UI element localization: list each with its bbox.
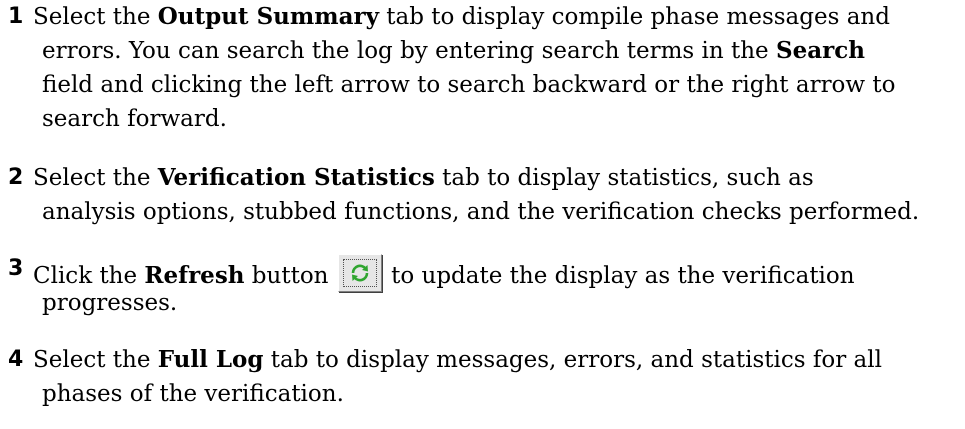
refresh-button[interactable] [337, 254, 382, 292]
text: errors. You can search the log by enteri… [42, 38, 776, 64]
step-text-line: search forward. [42, 106, 227, 132]
ui-term-refresh: Refresh [144, 262, 245, 289]
ui-term-full-log: Full Log [157, 346, 264, 373]
ui-term-search: Search [775, 37, 865, 64]
text: to update the display as the verificatio… [383, 263, 855, 289]
step-text-line: phases of the verification. [42, 381, 344, 407]
step-text-line: progresses. [42, 290, 178, 316]
text: button [244, 263, 329, 289]
step-text-line: Select the Verification Statistics tab t… [33, 163, 814, 193]
step-text-line: Select the Output Summary tab to display… [33, 2, 890, 32]
step-number: 2 [8, 165, 24, 190]
text: tab to display statistics, such as [434, 165, 814, 191]
step-text-line: errors. You can search the log by enteri… [42, 36, 865, 66]
step-text-line: Select the Full Log tab to display messa… [33, 345, 882, 375]
text: Select the [33, 347, 158, 373]
text: tab to display messages, errors, and sta… [263, 347, 882, 373]
step-text-line: field and clicking the left arrow to sea… [42, 72, 896, 98]
step-number: 3 [8, 256, 24, 281]
step-text-line: Click the Refresh button to update the d… [33, 254, 855, 292]
step-number: 1 [8, 4, 24, 29]
text: Click the [33, 263, 145, 289]
ui-term-verification-statistics: Verification Statistics [157, 164, 435, 191]
text: Select the [33, 4, 158, 30]
text: tab to display compile phase messages an… [378, 4, 890, 30]
text: Select the [33, 165, 158, 191]
ui-term-output-summary: Output Summary [157, 3, 379, 30]
step-text-line: analysis options, stubbed functions, and… [42, 199, 920, 225]
step-number: 4 [8, 347, 24, 372]
